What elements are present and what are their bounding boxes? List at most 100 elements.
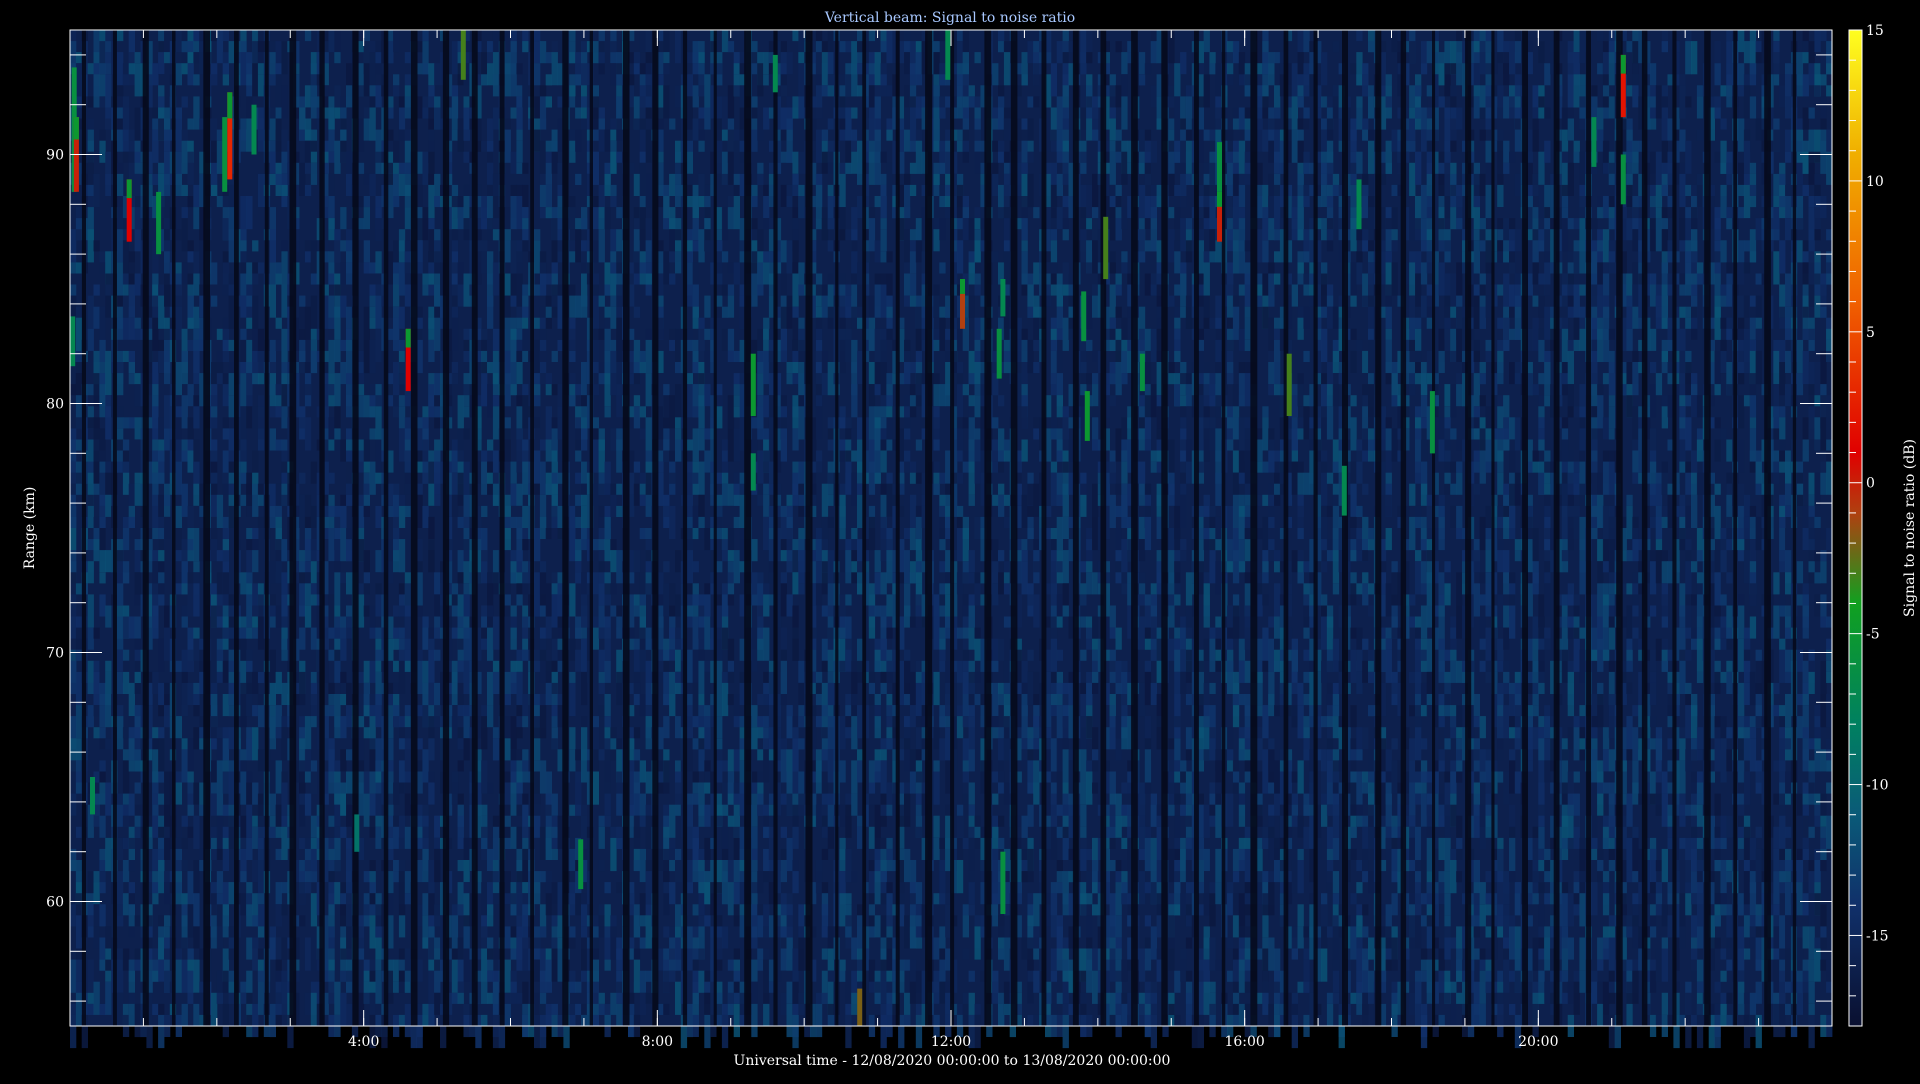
- heatmap-cell: [510, 273, 517, 296]
- heatmap-cell: [645, 682, 652, 705]
- heatmap-cell: [522, 41, 529, 53]
- heatmap-cell: [663, 848, 670, 860]
- heatmap-cell: [727, 694, 735, 706]
- heatmap-cell: [463, 516, 470, 528]
- heatmap-cell: [181, 616, 188, 628]
- heatmap-cell: [257, 483, 265, 495]
- heatmap-cell: [181, 395, 188, 429]
- heatmap-cell: [516, 483, 523, 506]
- heatmap-cell: [727, 749, 735, 772]
- heatmap-cell: [780, 151, 787, 163]
- heatmap-cell: [363, 970, 370, 982]
- heatmap-cell: [534, 959, 541, 982]
- heatmap-cell: [733, 384, 740, 396]
- heatmap-cell: [334, 240, 341, 274]
- heatmap-cell: [158, 638, 165, 672]
- heatmap-cell: [134, 550, 141, 573]
- heatmap-cell: [310, 151, 318, 163]
- heatmap-cell: [87, 74, 94, 97]
- heatmap-cell: [304, 771, 312, 783]
- heatmap-cell: [328, 472, 335, 484]
- heatmap-cell: [93, 395, 100, 407]
- heatmap-cell: [698, 461, 705, 495]
- heatmap-cell: [404, 262, 412, 285]
- heatmap-cell: [575, 893, 582, 916]
- heatmap-cell: [604, 373, 611, 407]
- heatmap-cell: [675, 959, 682, 971]
- heatmap-cell: [763, 262, 770, 285]
- heatmap-cell: [457, 793, 464, 805]
- heatmap-cell: [633, 118, 641, 130]
- heatmap-cell: [375, 937, 382, 960]
- heatmap-cell: [457, 284, 464, 307]
- heatmap-cell: [575, 129, 582, 152]
- heatmap-cell: [516, 583, 523, 595]
- heatmap-cell: [798, 660, 805, 683]
- heatmap-cell: [504, 273, 511, 296]
- heatmap-cell: [510, 483, 517, 506]
- heatmap-cell: [269, 649, 276, 683]
- heatmap-cell: [181, 184, 188, 196]
- heatmap-cell: [228, 638, 235, 650]
- heatmap-cell: [610, 306, 617, 329]
- heatmap-cell: [99, 871, 106, 883]
- heatmap-cell: [99, 550, 106, 573]
- heatmap-cell: [193, 74, 200, 86]
- heatmap-cell: [545, 528, 552, 540]
- heatmap-cell: [422, 848, 429, 883]
- heatmap-cell: [604, 594, 611, 606]
- heatmap-cell: [281, 406, 288, 429]
- heatmap-cell: [639, 528, 646, 540]
- heatmap-cell: [246, 505, 253, 517]
- heatmap-cell: [422, 273, 429, 285]
- heatmap-cell: [792, 30, 799, 42]
- heatmap-cell: [704, 716, 711, 750]
- heatmap-cell: [228, 671, 235, 683]
- heatmap-cell: [534, 450, 541, 484]
- heatmap-cell: [393, 240, 400, 263]
- heatmap-cell: [727, 350, 735, 362]
- heatmap-cell: [639, 848, 646, 883]
- heatmap-cell: [639, 793, 646, 816]
- heatmap-cell: [510, 516, 517, 528]
- heatmap-cell: [757, 871, 764, 894]
- heatmap-cell: [246, 550, 253, 573]
- heatmap-cell: [716, 151, 723, 174]
- heatmap-cell: [222, 915, 229, 938]
- heatmap-cell: [592, 417, 599, 429]
- heatmap-cell: [369, 107, 376, 141]
- heatmap-cell: [246, 837, 253, 860]
- heatmap-cell: [128, 284, 135, 318]
- heatmap-cell: [340, 694, 347, 706]
- heatmap-cell: [346, 373, 353, 385]
- heatmap-cell: [164, 494, 171, 506]
- heatmap-cell: [193, 96, 200, 130]
- heatmap-cell: [510, 893, 517, 905]
- heatmap-cell: [692, 716, 699, 728]
- heatmap-cell: [610, 738, 617, 750]
- heatmap-cell: [363, 992, 370, 1004]
- heatmap-cell: [187, 151, 194, 185]
- heatmap-cell: [158, 1003, 165, 1015]
- heatmap-cell: [698, 848, 705, 860]
- heatmap-cell: [763, 594, 770, 617]
- heatmap-cell: [686, 860, 693, 883]
- heatmap-cell: [786, 295, 793, 307]
- heatmap-cell: [504, 317, 511, 351]
- heatmap-cell: [334, 804, 341, 827]
- heatmap-cell: [592, 937, 599, 960]
- heatmap-cell: [581, 638, 588, 672]
- heatmap-cell: [75, 262, 83, 274]
- heatmap-cell: [346, 395, 353, 418]
- heatmap-cell: [164, 273, 171, 307]
- heatmap-cell: [669, 173, 676, 196]
- heatmap-cell: [304, 362, 312, 374]
- heatmap-cell: [792, 262, 799, 274]
- heatmap-cell: [363, 605, 370, 617]
- heatmap-cell: [633, 251, 641, 274]
- heatmap-cell: [610, 926, 617, 960]
- heatmap-cell: [105, 118, 112, 130]
- heatmap-cell: [516, 140, 523, 163]
- heatmap-cell: [698, 140, 705, 152]
- heatmap-cell: [751, 649, 758, 672]
